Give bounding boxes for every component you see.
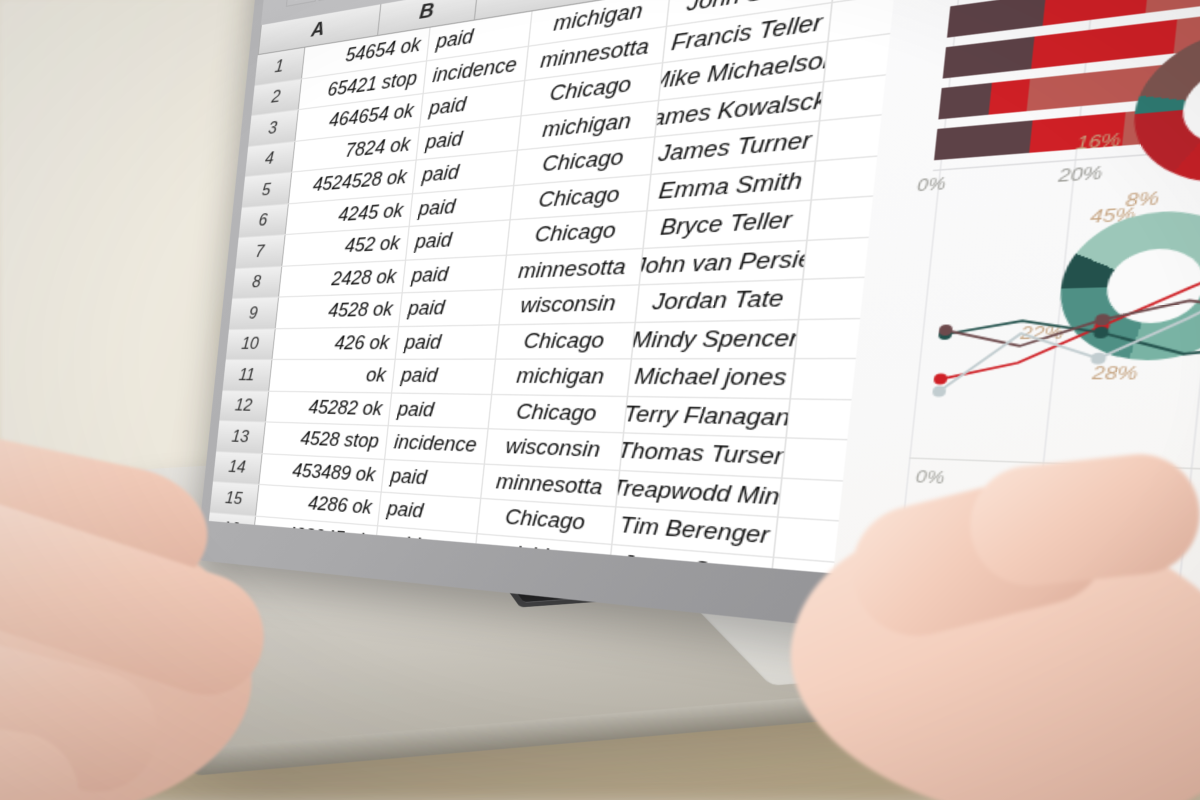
row-header-10[interactable]: 10	[225, 328, 276, 360]
line-marker-red	[933, 373, 948, 385]
bar-segment-bright_red	[1042, 0, 1149, 26]
line-tool-icon[interactable]: ╱	[285, 0, 320, 7]
line-series-red	[941, 221, 1200, 385]
cell-col-d[interactable]: John van Persie	[639, 240, 808, 285]
cell-col-a[interactable]: 2428 ok	[279, 260, 407, 297]
cell-col-d[interactable]: Jordan Tate	[636, 279, 804, 322]
cell-col-b[interactable]: paid	[392, 359, 496, 394]
cell-col-a[interactable]: ok	[269, 359, 396, 392]
row-header-12[interactable]: 12	[219, 390, 270, 422]
bar-segment-dusty_red	[1145, 0, 1200, 14]
donut-hole	[1179, 62, 1200, 148]
cell-col-c[interactable]: michigan	[492, 359, 632, 396]
cell-col-b[interactable]: paid	[395, 324, 500, 359]
cell-col-c[interactable]: Chicago	[496, 322, 636, 359]
cell-col-c[interactable]: minnesotta	[503, 248, 644, 289]
line-marker-light_gray	[1090, 352, 1107, 365]
cell-col-c[interactable]: wisconsin	[499, 285, 640, 324]
row-header-7[interactable]: 7	[235, 235, 286, 268]
left-hand	[0, 417, 440, 800]
bar-segment-plum	[942, 36, 1034, 79]
cell-col-a[interactable]: 426 ok	[272, 326, 400, 359]
bar-segment-plum	[938, 82, 993, 120]
cell-col-d[interactable]: Michael jones	[628, 359, 796, 398]
bar-segment-plum	[946, 0, 1046, 38]
cell-col-c[interactable]: wisconsin	[485, 429, 625, 470]
bar-axis-tick: 20%	[1057, 162, 1104, 187]
photo-scene: file model create tools window help ↖	[0, 0, 1200, 800]
row-header-9[interactable]: 9	[229, 297, 279, 329]
cell-col-d[interactable]: Mindy Spencer	[632, 319, 800, 359]
line-series-mauve	[944, 283, 1200, 346]
cell-col-a[interactable]: 4528 ok	[275, 293, 403, 328]
bar-segment-plum	[934, 120, 1033, 161]
cell-col-b[interactable]: paid	[402, 255, 507, 293]
bar-axis-tick: 0%	[916, 174, 947, 196]
row-header-8[interactable]: 8	[232, 266, 283, 299]
donut-percent-label: 16%	[1075, 129, 1122, 154]
cell-col-c[interactable]: Chicago	[488, 394, 629, 433]
row-header-6[interactable]: 6	[238, 203, 289, 238]
bar-segment-bright_red	[988, 78, 1030, 115]
page-shape-icon[interactable]: ◗	[318, 0, 353, 1]
laptop: file model create tools window help ↖	[0, 0, 1200, 800]
cell-col-b[interactable]: paid	[399, 290, 504, 326]
row-header-4[interactable]: 4	[245, 141, 296, 177]
cell-col-b[interactable]: paid	[406, 220, 511, 260]
row-header-11[interactable]: 11	[222, 359, 273, 391]
row-header-3[interactable]: 3	[248, 110, 299, 146]
right-hand	[700, 430, 1200, 800]
row-header-5[interactable]: 5	[241, 172, 293, 207]
